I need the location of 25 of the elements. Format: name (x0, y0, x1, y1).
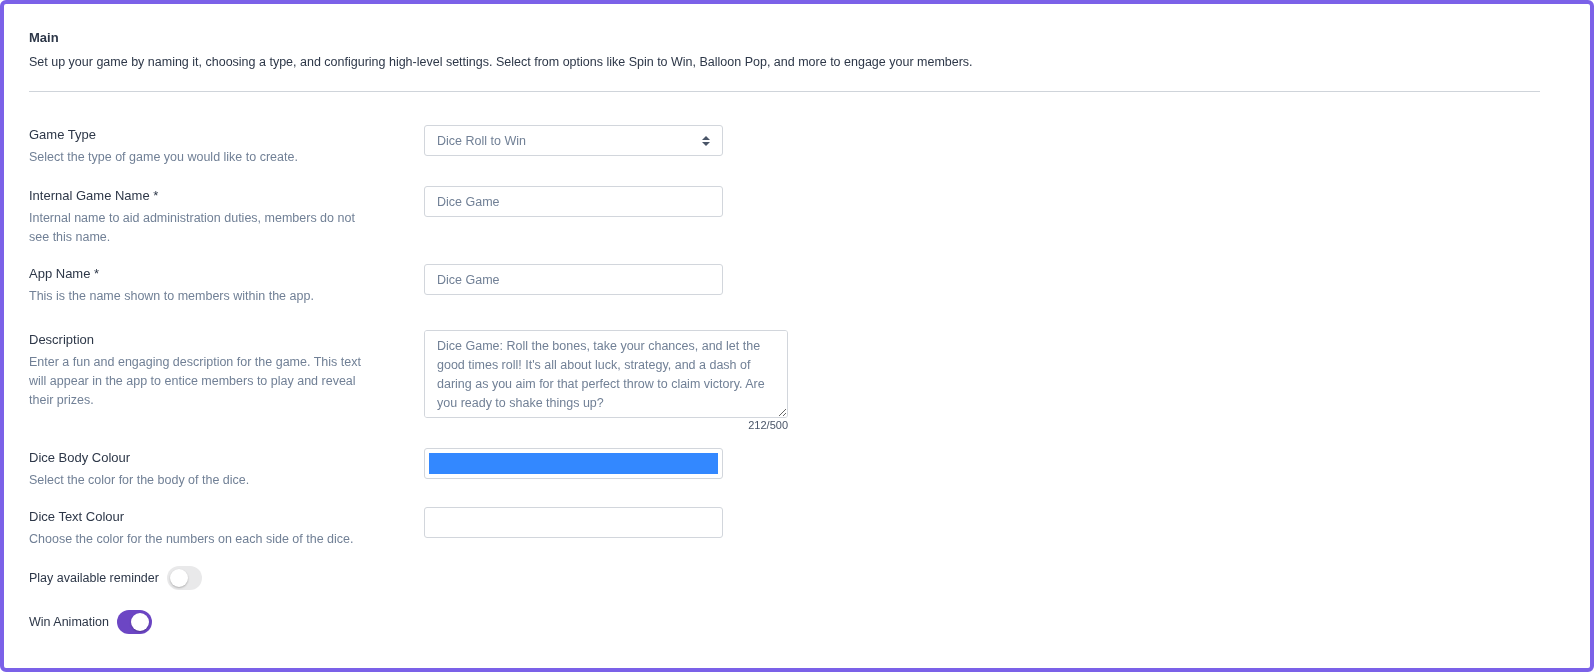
color-picker-field[interactable] (424, 507, 723, 538)
section-title: Main (29, 29, 60, 47)
field-label: Dice Text Colour (29, 508, 126, 526)
toggle-label: Win Animation (29, 615, 109, 629)
field-help-text: This is the name shown to members within the app. (29, 288, 315, 305)
toggle-label: Play available reminder (29, 571, 159, 585)
section-description: Set up your game by naming it, choosing a type, and configuring high-level settings. Select from options like Spin to Win, Balloon Pop, and more to engage your members. (29, 54, 974, 71)
toggle-switch[interactable] (116, 610, 152, 634)
text-input-field[interactable]: Dice Game (424, 186, 723, 217)
field-label: Dice Body Colour (29, 449, 132, 467)
sort-caret-icon (702, 135, 710, 146)
field-label: App Name * (29, 265, 101, 283)
description-textarea[interactable]: Dice Game: Roll the bones, take your chances, and let the good times roll! It's all about luck, strategy, and a dash of daring as you aim for that perfect throw to claim victory. Are you ready to shake things up? (424, 330, 788, 418)
toggle-switch[interactable] (166, 566, 202, 590)
field-label: Internal Game Name * (29, 187, 160, 205)
field-help-text: Select the color for the body of the dice. (29, 472, 251, 489)
field-help-text: Internal name to aid administration duties, members do not see this name. (29, 210, 356, 246)
field-help-text: Select the type of game you would like to create. (29, 149, 299, 166)
text-input-field[interactable]: Dice Game (424, 264, 723, 295)
field-label: Description (29, 331, 96, 349)
field-label: Game Type (29, 126, 97, 144)
field-help-text: Enter a fun and engaging description for the game. This text will appear in the app to entice members to play and reveal their prizes. (29, 354, 362, 409)
character-counter: 212/500 (747, 419, 788, 431)
game-type-select[interactable]: Dice Roll to Win (424, 125, 723, 156)
field-help-text: Choose the color for the numbers on each side of the dice. (29, 531, 355, 548)
